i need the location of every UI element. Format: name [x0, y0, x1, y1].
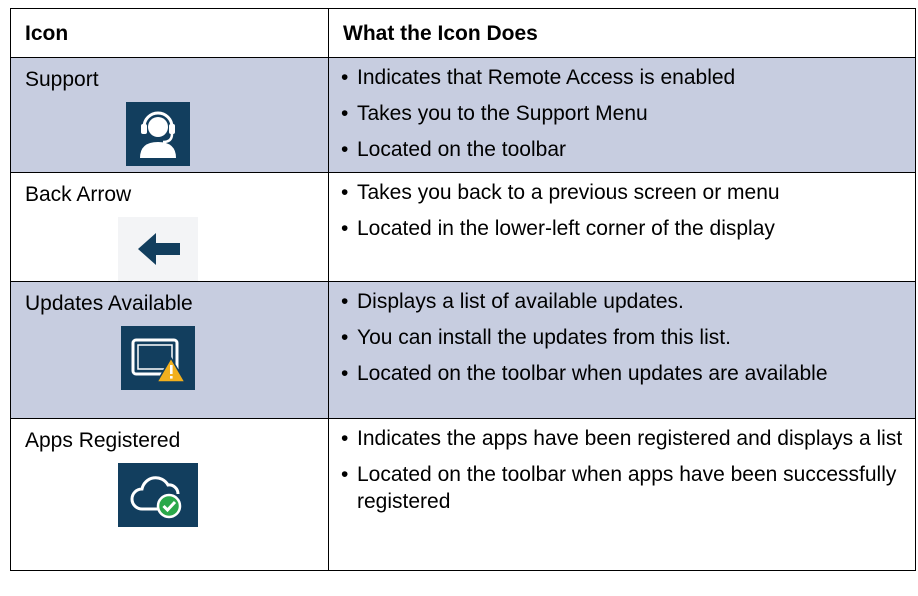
list-item: Indicates that Remote Access is enabled [329, 64, 915, 91]
description-cell: Indicates that Remote Access is enabled … [328, 57, 916, 173]
column-header-description: What the Icon Does [328, 8, 916, 58]
headset-support-icon [125, 102, 190, 166]
icon-name: Apps Registered [25, 429, 181, 452]
cloud-check-icon [117, 463, 198, 527]
icon-reference-table: Icon What the Icon Does Support Indicate… [10, 8, 916, 571]
list-item: Located on the toolbar when updates are … [329, 360, 915, 387]
list-item: Displays a list of available updates. [329, 288, 915, 315]
description-cell: Displays a list of available updates. Yo… [328, 281, 916, 419]
table-row-updates-available: Updates Available Displays a list of ava… [10, 281, 916, 419]
table-row-back-arrow: Back Arrow Takes you back to a previous … [10, 172, 916, 282]
column-header-icon: Icon [10, 8, 329, 58]
table-row-support: Support Indicates that Remote Access is … [10, 57, 916, 173]
back-arrow-icon [117, 217, 198, 281]
list-item: Located on the toolbar [329, 136, 915, 163]
icon-name: Back Arrow [25, 183, 132, 206]
icon-cell: Back Arrow [10, 172, 329, 282]
icon-cell: Apps Registered [10, 418, 329, 571]
description-cell: Indicates the apps have been registered … [328, 418, 916, 571]
icon-cell: Support [10, 57, 329, 173]
icon-name: Updates Available [25, 292, 193, 315]
description-cell: Takes you back to a previous screen or m… [328, 172, 916, 282]
icon-cell: Updates Available [10, 281, 329, 419]
list-item: Takes you back to a previous screen or m… [329, 179, 915, 206]
screen-warning-icon [120, 326, 195, 390]
list-item: Located in the lower-left corner of the … [329, 215, 915, 242]
list-item: You can install the updates from this li… [329, 324, 915, 351]
icon-name: Support [25, 68, 99, 91]
list-item: Takes you to the Support Menu [329, 100, 915, 127]
list-item: Located on the toolbar when apps have be… [329, 461, 915, 515]
list-item: Indicates the apps have been registered … [329, 425, 915, 452]
header-row: Icon What the Icon Does [10, 8, 916, 58]
table-row-apps-registered: Apps Registered Indicates the apps have … [10, 418, 916, 571]
